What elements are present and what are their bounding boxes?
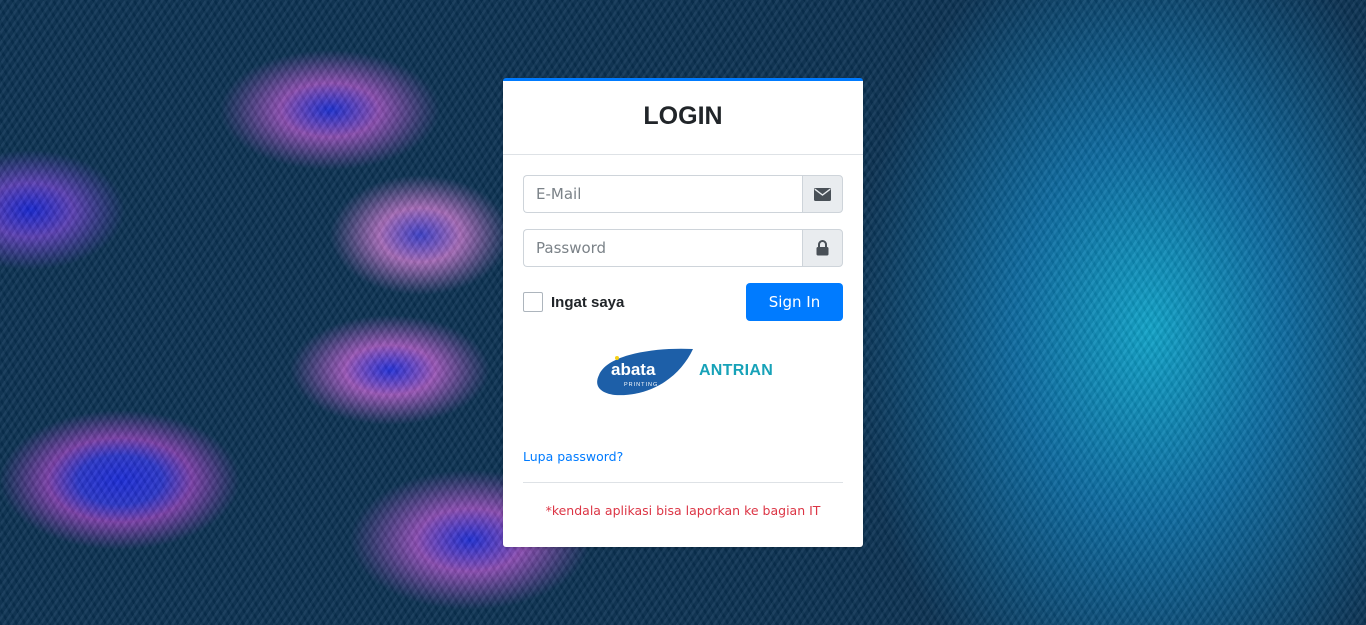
app-name: ANTRIAN xyxy=(698,362,774,379)
login-card-header: LOGIN xyxy=(503,81,863,155)
forgot-password-link[interactable]: Lupa password? xyxy=(523,449,843,464)
login-title: LOGIN xyxy=(643,102,723,130)
remember-checkbox[interactable] xyxy=(523,292,543,312)
logo-subtext: PRINTING xyxy=(624,382,658,388)
remember-me[interactable]: Ingat saya xyxy=(523,292,624,312)
login-card-body: Ingat saya Sign In abata PRINTING ANTRIA… xyxy=(503,155,863,518)
logo-text: abata xyxy=(611,360,656,379)
abata-logo: abata PRINTING xyxy=(597,348,693,396)
password-input-group xyxy=(523,229,843,267)
envelope-icon xyxy=(802,175,843,213)
it-support-note: *kendala aplikasi bisa laporkan ke bagia… xyxy=(545,503,821,518)
lock-icon xyxy=(802,229,843,267)
brand-logo-row: abata PRINTING ANTRIAN xyxy=(523,345,843,397)
divider xyxy=(523,482,843,483)
sign-in-button[interactable]: Sign In xyxy=(746,283,843,321)
login-card: LOGIN Ingat saya xyxy=(503,78,863,547)
remember-row: Ingat saya Sign In xyxy=(523,283,843,321)
email-input-group xyxy=(523,175,843,213)
password-input[interactable] xyxy=(523,229,802,267)
remember-label: Ingat saya xyxy=(551,293,625,311)
email-input[interactable] xyxy=(523,175,802,213)
